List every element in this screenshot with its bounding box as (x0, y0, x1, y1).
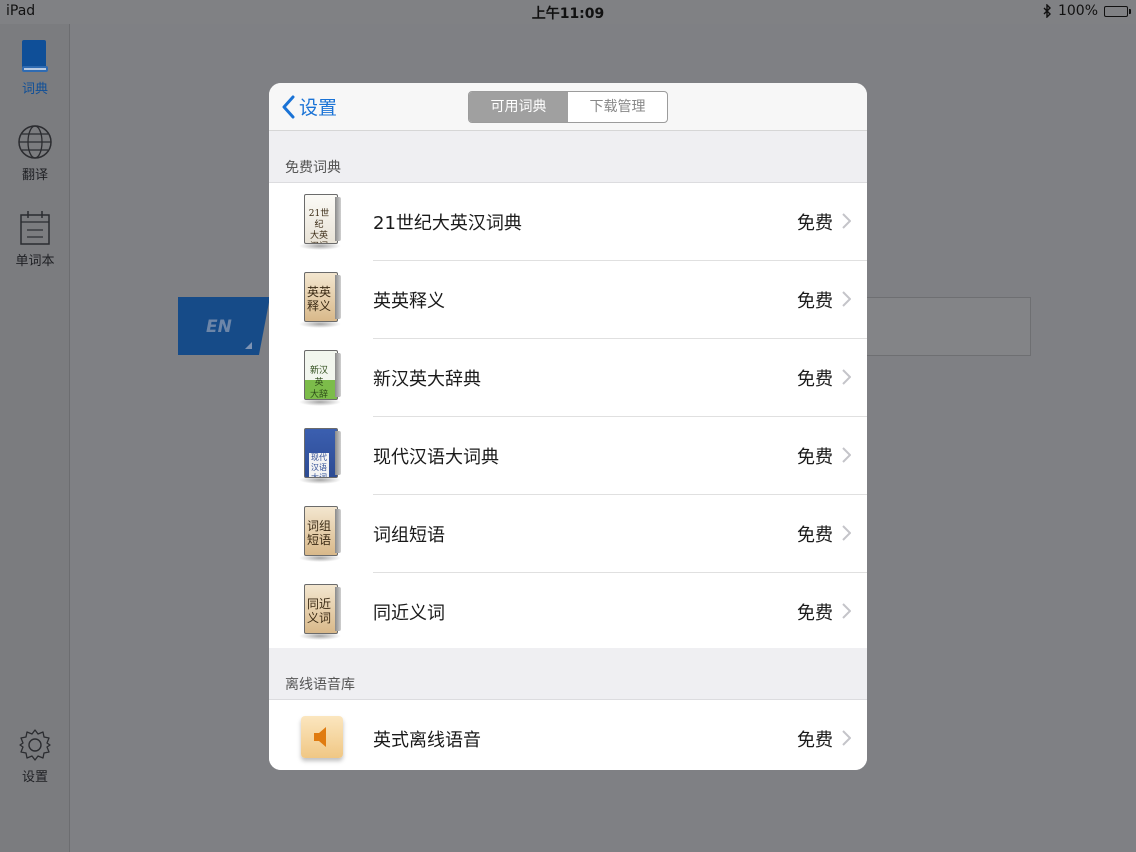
price-label: 免费 (797, 730, 833, 751)
dropdown-corner-icon (245, 342, 252, 349)
book-cover-icon: 同近 义词 (299, 584, 341, 640)
dictionary-name: 现代汉语大词典 (373, 447, 499, 468)
dictionary-name: 英英释义 (373, 291, 445, 312)
chevron-left-icon (282, 95, 295, 118)
chevron-right-icon (842, 213, 851, 229)
bluetooth-icon (1043, 4, 1051, 18)
list-item[interactable]: 同近 义词 同近义词 免费 (269, 573, 867, 651)
dictionary-name: 21世纪大英汉词典 (373, 213, 522, 234)
sidebar-item-label: 单词本 (15, 254, 55, 269)
sidebar-item-label: 翻译 (21, 168, 48, 183)
list-item[interactable]: 新汉英大辞典 新汉英大辞典 免费 (269, 339, 867, 417)
section-header: 离线语音库 (269, 648, 867, 700)
language-label: EN (206, 317, 232, 337)
list-item[interactable]: 现代汉语大词典 现代汉语大词典 免费 (269, 417, 867, 495)
section-header: 免费词典 (269, 131, 867, 183)
book-cover-icon: 现代汉语大词典 (299, 428, 341, 484)
speaker-icon (301, 716, 343, 758)
clock: 上午11:09 (531, 6, 605, 22)
price-label: 免费 (797, 291, 833, 312)
back-button[interactable]: 设置 (281, 93, 337, 120)
price-label: 免费 (797, 447, 833, 468)
chevron-right-icon (842, 291, 851, 307)
modal-header: 设置 可用词典 下载管理 (269, 83, 867, 131)
sidebar-item-settings[interactable]: 设置 (0, 728, 70, 785)
sidebar-item-label: 词典 (21, 82, 48, 97)
chevron-right-icon (842, 525, 851, 541)
sidebar-item-label: 设置 (21, 770, 48, 785)
book-icon (22, 40, 48, 72)
status-right: 100% (1043, 3, 1131, 19)
battery-icon (1104, 5, 1131, 17)
price-label: 免费 (797, 603, 833, 624)
segmented-control: 可用词典 下载管理 (468, 91, 668, 123)
dictionary-name: 同近义词 (373, 603, 445, 624)
list-item[interactable]: 词组 短语 词组短语 免费 (269, 495, 867, 573)
chevron-right-icon (842, 603, 851, 619)
price-label: 免费 (797, 525, 833, 546)
list-item[interactable]: 英英 释义 英英释义 免费 (269, 261, 867, 339)
back-label: 设置 (299, 97, 338, 119)
status-bar: iPad 上午11:09 100% (0, 0, 1136, 24)
sidebar-item-translate[interactable]: 翻译 (0, 124, 70, 183)
sidebar-item-dictionary[interactable]: 词典 (0, 38, 70, 97)
list-item[interactable]: 21世纪大英汉词典 21世纪大英汉词典 免费 (269, 183, 867, 261)
notebook-icon (20, 211, 50, 245)
book-cover-icon: 词组 短语 (299, 506, 341, 562)
dictionary-name: 词组短语 (373, 525, 445, 546)
voice-pack-name: 英式离线语音 (373, 730, 481, 751)
book-cover-icon: 21世纪大英汉词典 (299, 194, 341, 250)
dictionary-settings-modal: 设置 可用词典 下载管理 免费词典 21世纪大英汉词典 21世纪大英汉词典 免费… (269, 83, 867, 770)
price-label: 免费 (797, 369, 833, 390)
book-cover-icon: 英英 释义 (299, 272, 341, 328)
sidebar: 词典 翻译 单词本 设置 (0, 24, 70, 852)
globe-icon (18, 125, 52, 159)
price-label: 免费 (797, 213, 833, 234)
sidebar-item-wordbook[interactable]: 单词本 (0, 210, 70, 269)
chevron-right-icon (842, 369, 851, 385)
tab-download-manager[interactable]: 下载管理 (568, 92, 667, 122)
gear-icon (19, 729, 51, 761)
search-input[interactable] (866, 297, 1031, 356)
book-cover-icon: 新汉英大辞典 (299, 350, 341, 406)
dictionary-name: 新汉英大辞典 (373, 369, 481, 390)
list-item[interactable]: 英式离线语音 免费 (269, 700, 867, 770)
chevron-right-icon (842, 447, 851, 463)
tab-available-dictionaries[interactable]: 可用词典 (469, 92, 568, 122)
chevron-right-icon (842, 730, 851, 746)
battery-percent: 100% (1057, 3, 1098, 19)
language-tab[interactable]: EN (178, 297, 270, 355)
